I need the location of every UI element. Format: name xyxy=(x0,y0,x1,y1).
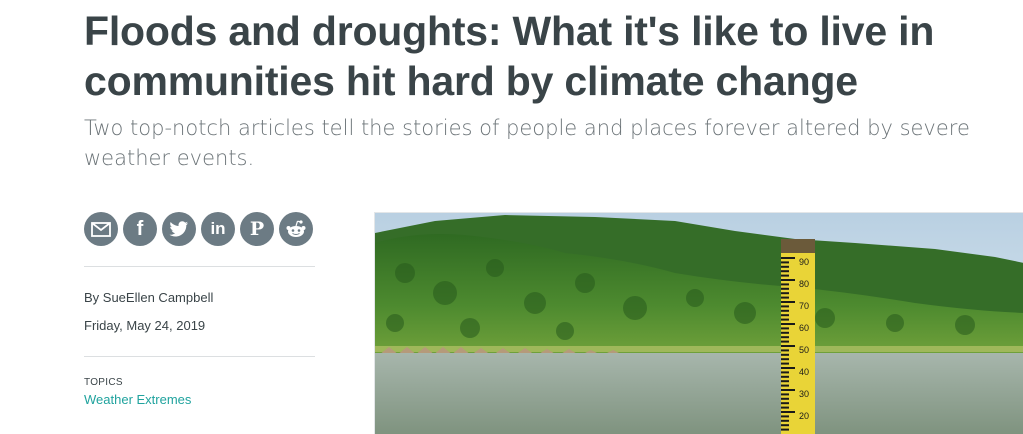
mail-icon xyxy=(91,221,111,237)
gauge-tick xyxy=(781,296,789,299)
gauge-tick xyxy=(781,428,789,431)
reddit-icon xyxy=(286,220,306,237)
gauge-label: 20 xyxy=(799,411,809,421)
gauge-tick xyxy=(781,270,789,273)
topics-label: TOPICS xyxy=(84,377,123,388)
pinterest-icon: P xyxy=(249,218,265,240)
gauge-tick xyxy=(781,384,789,387)
gauge-tick xyxy=(781,375,789,378)
share-pinterest-button[interactable]: P xyxy=(240,212,274,246)
gauge-tick xyxy=(781,327,789,330)
lake xyxy=(375,353,1023,434)
share-facebook-button[interactable]: f xyxy=(123,212,157,246)
share-twitter-button[interactable] xyxy=(162,212,196,246)
gauge-tick xyxy=(781,362,789,365)
article-dek: Two top-notch articles tell the stories … xyxy=(84,116,970,170)
gauge-label: 80 xyxy=(799,279,809,289)
gauge-label: 30 xyxy=(799,389,809,399)
gauge-label: 70 xyxy=(799,301,809,311)
gauge-tick xyxy=(781,292,789,295)
gauge-tick xyxy=(781,283,789,286)
gauge-label: 90 xyxy=(799,257,809,267)
gauge-tick xyxy=(781,318,789,321)
gauge-tick xyxy=(781,406,789,409)
gauge-tick xyxy=(781,314,789,317)
gauge-tick xyxy=(781,380,789,383)
shoreline xyxy=(375,346,1023,352)
gauge-tick xyxy=(781,415,789,418)
hero-image: 90 80 70 60 50 40 30 20 xyxy=(374,212,1023,434)
facebook-icon: f xyxy=(136,217,144,240)
gauge-tick xyxy=(781,336,789,339)
article-headline: Floods and droughts: What it's like to l… xyxy=(84,8,935,104)
gauge-tick xyxy=(781,323,795,325)
gauge-tick xyxy=(781,331,789,334)
twitter-icon xyxy=(169,221,188,237)
gauge-tick xyxy=(781,419,789,422)
gauge-tick xyxy=(781,279,795,281)
gauge-label: 60 xyxy=(799,323,809,333)
gauge-tick xyxy=(781,411,795,413)
share-buttons: f in P xyxy=(84,212,313,246)
gauge-tick xyxy=(781,345,795,347)
gauge-tick xyxy=(781,261,789,264)
share-email-button[interactable] xyxy=(84,212,118,246)
gauge-tick xyxy=(781,274,789,277)
gauge-tick xyxy=(781,265,789,268)
gauge-tick xyxy=(781,367,795,369)
gauge-tick xyxy=(781,309,789,312)
share-reddit-button[interactable] xyxy=(279,212,313,246)
gauge-tick xyxy=(781,287,789,290)
gauge-tick xyxy=(781,393,789,396)
linkedin-icon: in xyxy=(210,219,226,238)
gauge-tick xyxy=(781,353,789,356)
share-linkedin-button[interactable]: in xyxy=(201,212,235,246)
article-byline: By SueEllen Campbell xyxy=(84,290,214,305)
gauge-tick xyxy=(781,389,795,391)
topic-link-weather-extremes[interactable]: Weather Extremes xyxy=(84,392,191,407)
gauge-tick xyxy=(781,424,789,427)
gauge-post: 90 80 70 60 50 40 30 20 xyxy=(781,239,815,434)
gauge-tick xyxy=(781,402,789,405)
gauge-label: 50 xyxy=(799,345,809,355)
gauge-tick xyxy=(781,305,789,308)
gauge-tick xyxy=(781,358,789,361)
gauge-tick xyxy=(781,301,795,303)
gauge-tick xyxy=(781,397,789,400)
sidebar-divider-bottom xyxy=(84,356,315,357)
gauge-tick xyxy=(781,257,795,259)
gauge-tick xyxy=(781,340,789,343)
article-date: Friday, May 24, 2019 xyxy=(84,318,206,333)
sidebar-divider-top xyxy=(84,266,315,267)
gauge-tick xyxy=(781,349,789,352)
gauge-label: 40 xyxy=(799,367,809,377)
gauge-tick xyxy=(781,371,789,374)
